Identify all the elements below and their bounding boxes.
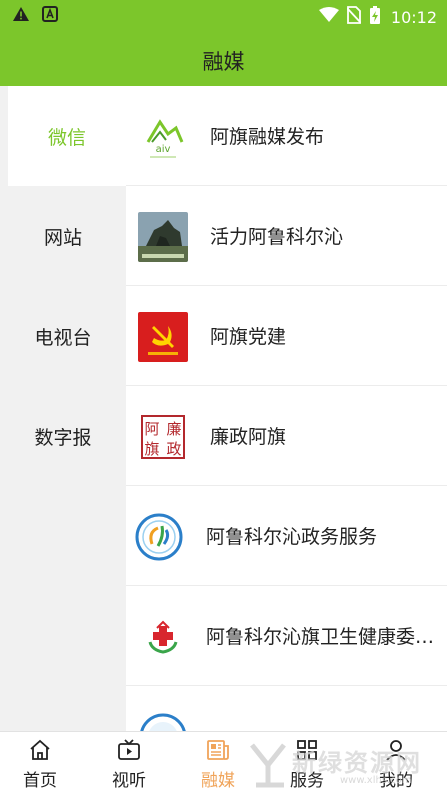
watermark-logo-icon bbox=[250, 743, 286, 788]
home-icon bbox=[28, 738, 52, 762]
category-sidebar: 微信 网站 电视台 数字报 bbox=[0, 86, 126, 731]
account-name: 活力阿鲁科尔沁 bbox=[210, 226, 344, 248]
newspaper-icon bbox=[206, 738, 230, 762]
wifi-icon bbox=[318, 7, 339, 27]
account-name: 阿旗党建 bbox=[210, 326, 287, 348]
status-bar: 10:12 bbox=[0, 0, 447, 32]
svg-text:阿: 阿 bbox=[144, 420, 159, 438]
list-item[interactable]: 阿鲁科尔沁政务服务 bbox=[126, 486, 447, 586]
watermark-text: 新绿资源网 bbox=[292, 749, 422, 777]
svg-text:廉: 廉 bbox=[166, 420, 181, 438]
sidebar-item-label: 电视台 bbox=[34, 326, 92, 349]
account-logo bbox=[138, 312, 188, 362]
svg-text:aiv: aiv bbox=[156, 144, 171, 155]
svg-text:政: 政 bbox=[166, 440, 181, 458]
sidebar-item-wechat[interactable]: 微信 bbox=[8, 86, 126, 186]
sidebar-item-tv[interactable]: 电视台 bbox=[0, 286, 126, 386]
page-title: 融媒 bbox=[202, 50, 245, 74]
account-logo: 阿 廉 旗 政 bbox=[138, 412, 188, 462]
sidebar-item-website[interactable]: 网站 bbox=[0, 186, 126, 286]
list-item[interactable]: 阿旗党建 bbox=[126, 286, 447, 386]
account-name: 阿旗融媒发布 bbox=[210, 126, 325, 148]
sidebar-item-label: 网站 bbox=[43, 226, 82, 249]
account-logo: aiv bbox=[138, 112, 188, 162]
account-logo bbox=[134, 512, 184, 562]
battery-charging-icon bbox=[369, 5, 381, 29]
account-name: 阿鲁科尔沁旗卫生健康委… bbox=[206, 626, 435, 648]
list-item[interactable]: 阿 廉 旗 政 廉政阿旗 bbox=[126, 386, 447, 486]
account-logo bbox=[138, 212, 188, 262]
list-item[interactable]: 活力阿鲁科尔沁 bbox=[126, 186, 447, 286]
list-item[interactable]: 阿鲁科尔沁旗卫生健康委… bbox=[126, 586, 447, 686]
account-name: 阿鲁科尔沁政务服务 bbox=[206, 526, 378, 548]
account-logo bbox=[138, 612, 188, 662]
list-item[interactable] bbox=[126, 686, 447, 731]
sidebar-item-epaper[interactable]: 数字报 bbox=[0, 386, 126, 486]
sidebar-item-label: 数字报 bbox=[34, 426, 92, 449]
tab-home[interactable]: 首页 bbox=[0, 732, 85, 797]
watermark-url: www.xlhs.com bbox=[340, 775, 412, 786]
sidebar-item-label: 微信 bbox=[47, 126, 86, 149]
account-name: 廉政阿旗 bbox=[210, 426, 287, 448]
watermark: 新绿资源网 www.xlhs.com bbox=[250, 733, 447, 797]
warning-icon bbox=[12, 6, 30, 26]
svg-text:旗: 旗 bbox=[144, 440, 159, 458]
app-notification-icon bbox=[42, 6, 58, 26]
list-item[interactable]: aiv 阿旗融媒发布 bbox=[126, 86, 447, 186]
clock: 10:12 bbox=[390, 7, 437, 27]
account-logo bbox=[138, 712, 188, 731]
tab-label: 视听 bbox=[112, 771, 146, 791]
tab-label: 首页 bbox=[23, 771, 57, 791]
video-icon bbox=[117, 738, 141, 762]
no-sim-icon bbox=[346, 6, 362, 28]
tab-audiovisual[interactable]: 视听 bbox=[84, 732, 174, 797]
app-bar: 融媒 bbox=[0, 32, 447, 86]
account-list: aiv 阿旗融媒发布 活力阿鲁科尔沁 阿旗党建 阿 廉 旗 政 廉政阿旗 阿鲁科… bbox=[126, 86, 447, 731]
